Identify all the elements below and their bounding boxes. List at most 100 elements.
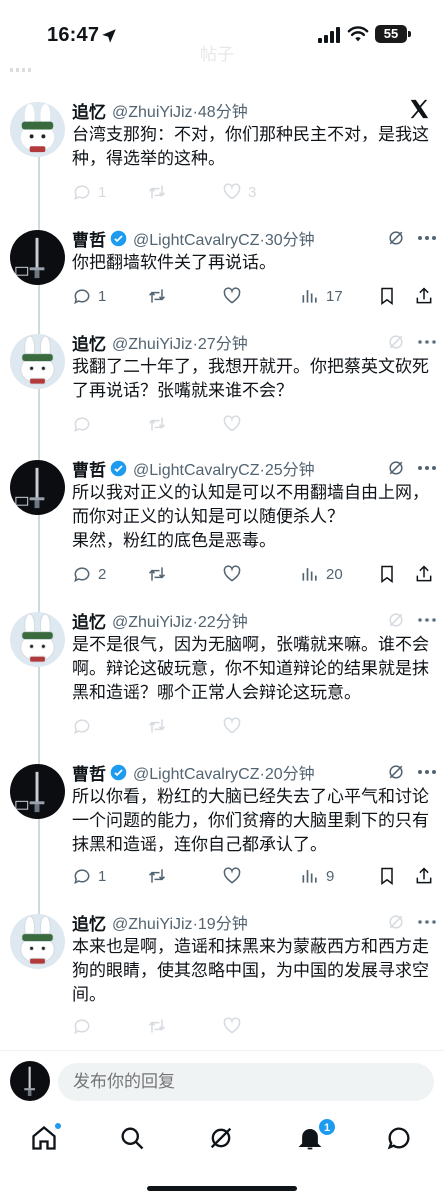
faded-page-title: 帖子	[200, 45, 234, 64]
tweet-text: 台湾支那狗：不对，你们那种民主不对，是我这种，得选举的这种。	[72, 125, 429, 168]
more-options-icon[interactable]	[418, 236, 436, 240]
author-handle[interactable]: @LightCavalryCZ·30分钟	[133, 226, 315, 250]
bookmark-icon	[381, 565, 393, 583]
retweet-button[interactable]	[147, 714, 167, 738]
retweet-button[interactable]	[147, 284, 167, 308]
tweet[interactable]: 追忆 @ZhuiYiJiz·19分钟 本来也是啊，造谣和抹黑来为蒙蔽西方和西方走…	[0, 910, 444, 1040]
like-button[interactable]: 3	[222, 180, 256, 204]
author-name[interactable]: 曹哲	[72, 760, 106, 785]
grok-icon[interactable]	[386, 912, 406, 932]
my-avatar[interactable]	[10, 1061, 50, 1101]
more-options-icon[interactable]	[418, 618, 436, 622]
grok-icon[interactable]	[386, 332, 406, 352]
author-handle[interactable]: @ZhuiYiJiz·27分钟	[112, 330, 248, 354]
grok-icon[interactable]	[386, 228, 406, 248]
author-name[interactable]: 曹哲	[72, 456, 106, 481]
more-options-icon[interactable]	[418, 770, 436, 774]
tweet-actions: 1 17	[72, 284, 434, 308]
author-handle[interactable]: @ZhuiYiJiz·19分钟	[112, 910, 248, 934]
author-handle[interactable]: @LightCavalryCZ·25分钟	[133, 456, 315, 480]
like-button[interactable]	[222, 864, 242, 888]
chat-bubble-icon	[387, 1127, 410, 1150]
bookmark-button[interactable]	[377, 562, 397, 586]
tweet[interactable]: 追忆 @ZhuiYiJiz·48分钟 台湾支那狗：不对，你们那种民主不对，是我这…	[0, 98, 444, 208]
heart-icon	[223, 867, 241, 884]
tab-search[interactable]	[118, 1124, 148, 1154]
like-button[interactable]	[222, 562, 242, 586]
tweet-text: 是不是很气，因为无脑啊，张嘴就来嘛。谁不会啊。辩论这破玩意，你不知道辩论的结果就…	[72, 635, 429, 702]
tweet[interactable]: 追忆 @ZhuiYiJiz·27分钟 我翻了二十年了，我想开就开。你把蔡英文砍死…	[0, 330, 444, 448]
views-button[interactable]: 17	[300, 284, 343, 308]
more-options-icon[interactable]	[418, 340, 436, 344]
verified-badge-icon	[110, 460, 127, 476]
like-button[interactable]	[222, 412, 242, 436]
author-handle[interactable]: @ZhuiYiJiz·48分钟	[112, 98, 248, 122]
rabbit-avatar[interactable]	[10, 334, 65, 389]
author-name[interactable]: 追忆	[72, 330, 106, 355]
knight-avatar[interactable]	[10, 230, 65, 285]
author-name[interactable]: 追忆	[72, 910, 106, 935]
retweet-icon	[148, 719, 166, 733]
reply-button[interactable]: 1	[72, 284, 106, 308]
author-handle[interactable]: @ZhuiYiJiz·22分钟	[112, 608, 248, 632]
knight-avatar[interactable]	[10, 764, 65, 819]
rabbit-avatar[interactable]	[10, 612, 65, 667]
tweet[interactable]: 曹哲 @LightCavalryCZ·25分钟 所以我对正义的认知是可以不用翻墙…	[0, 456, 444, 586]
reply-button[interactable]	[72, 714, 92, 738]
like-button[interactable]	[222, 284, 242, 308]
faded-back-button[interactable]	[10, 68, 32, 72]
views-button[interactable]: 9	[300, 864, 334, 888]
reply-icon	[74, 185, 90, 201]
retweet-button[interactable]	[147, 864, 167, 888]
reply-button[interactable]	[72, 412, 92, 436]
heart-icon	[223, 717, 241, 734]
bookmark-icon	[381, 867, 393, 885]
tab-home[interactable]	[30, 1122, 62, 1154]
tweet[interactable]: 曹哲 @LightCavalryCZ·20分钟 所以你看，粉红的大脑已经失去了心…	[0, 760, 444, 890]
more-options-icon[interactable]	[418, 920, 436, 924]
bookmark-button[interactable]	[377, 284, 397, 308]
retweet-button[interactable]	[147, 1014, 167, 1038]
grok-icon[interactable]	[386, 762, 406, 782]
tweet-header: 追忆 @ZhuiYiJiz·27分钟	[72, 330, 248, 354]
bar-chart-icon	[302, 870, 317, 883]
share-button[interactable]	[414, 284, 434, 308]
more-options-icon[interactable]	[418, 466, 436, 470]
x-logo-icon	[410, 99, 429, 119]
reply-button[interactable]: 1	[72, 180, 106, 204]
like-button[interactable]	[222, 1014, 242, 1038]
grok-icon[interactable]	[386, 610, 406, 630]
author-name[interactable]: 追忆	[72, 608, 106, 633]
reply-button[interactable]: 2	[72, 562, 106, 586]
knight-avatar[interactable]	[10, 460, 65, 515]
reply-input[interactable]	[58, 1063, 434, 1101]
author-name[interactable]: 追忆	[72, 98, 106, 123]
tab-grok[interactable]	[207, 1124, 237, 1154]
tweet-header: 追忆 @ZhuiYiJiz·48分钟	[72, 98, 248, 122]
reply-button[interactable]: 1	[72, 864, 106, 888]
view-count: 20	[326, 565, 343, 583]
retweet-icon	[148, 1019, 166, 1033]
bookmark-button[interactable]	[377, 864, 397, 888]
tweet-header: 追忆 @ZhuiYiJiz·19分钟	[72, 910, 248, 934]
retweet-button[interactable]	[147, 412, 167, 436]
rabbit-avatar[interactable]	[10, 102, 65, 157]
retweet-icon	[148, 289, 166, 303]
like-button[interactable]	[222, 714, 242, 738]
share-button[interactable]	[414, 562, 434, 586]
tab-messages[interactable]	[385, 1124, 415, 1154]
tweet[interactable]: 追忆 @ZhuiYiJiz·22分钟 是不是很气，因为无脑啊，张嘴就来嘛。谁不会…	[0, 608, 444, 748]
grok-icon[interactable]	[386, 458, 406, 478]
retweet-button[interactable]	[147, 180, 167, 204]
author-handle[interactable]: @LightCavalryCZ·20分钟	[133, 760, 315, 784]
tweet[interactable]: 曹哲 @LightCavalryCZ·30分钟 你把翻墙软件关了再说话。 1 1…	[0, 226, 444, 316]
retweet-button[interactable]	[147, 562, 167, 586]
share-button[interactable]	[414, 864, 434, 888]
tweet-text: 所以我对正义的认知是可以不用翻墙自由上网，而你对正义的认知是可以随便杀人？ 果然…	[72, 483, 429, 550]
reply-button[interactable]	[72, 1014, 92, 1038]
tab-notifications[interactable]: 1	[296, 1118, 336, 1154]
views-button[interactable]: 20	[300, 562, 343, 586]
author-name[interactable]: 曹哲	[72, 226, 106, 251]
rabbit-avatar[interactable]	[10, 914, 65, 969]
bar-chart-icon	[302, 290, 317, 303]
